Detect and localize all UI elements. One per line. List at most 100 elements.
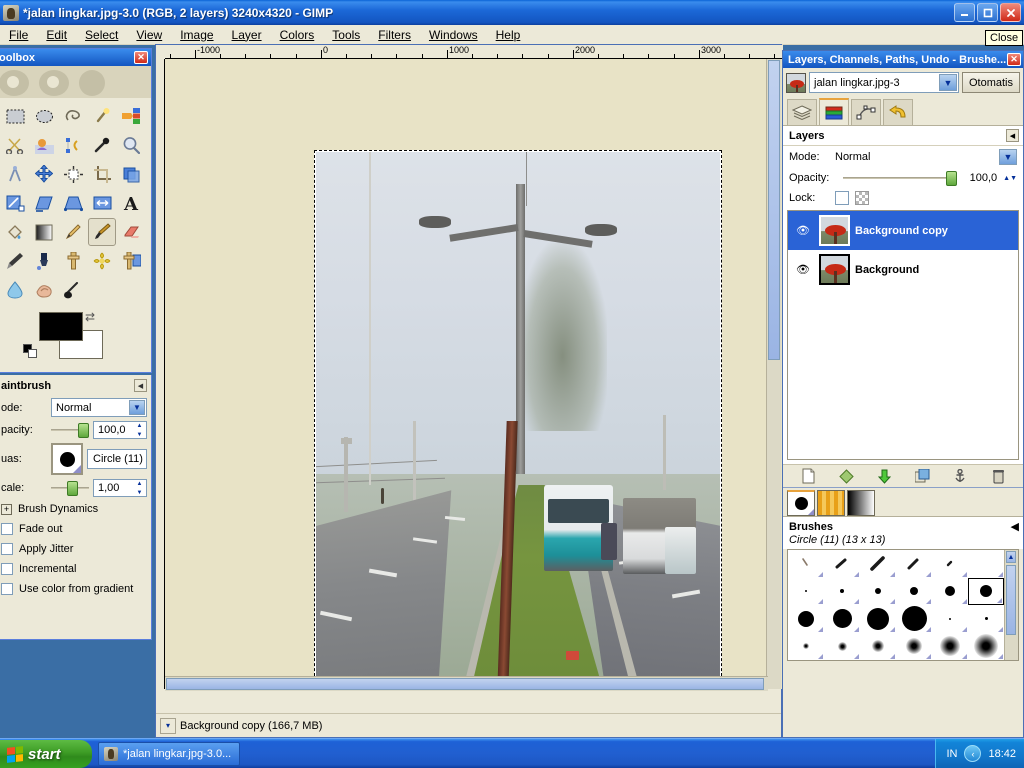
swap-colors-icon[interactable]: ⇄ — [85, 310, 95, 324]
brush-grid-container[interactable]: ▲ — [787, 549, 1019, 661]
chevron-down-icon[interactable]: ▼ — [938, 74, 957, 91]
fuzzy-select-tool[interactable] — [88, 102, 116, 130]
chevron-down-icon[interactable]: ▼ — [999, 149, 1017, 165]
brush-cell[interactable] — [788, 633, 824, 661]
incremental-checkbox[interactable]: Incremental — [0, 559, 151, 579]
perspective-clone-tool[interactable] — [117, 247, 145, 275]
tab-undo-history[interactable] — [883, 99, 913, 125]
taskbar-item-gimp[interactable]: *jalan lingkar.jpg-3.0... — [98, 741, 241, 766]
airbrush-tool[interactable] — [1, 247, 29, 275]
brush-cell[interactable] — [968, 633, 1004, 661]
foreground-select-tool[interactable] — [30, 131, 58, 159]
pencil-tool[interactable] — [59, 218, 87, 246]
brush-preview-button[interactable] — [51, 443, 83, 475]
chevron-left-icon[interactable]: ‹ — [964, 745, 982, 762]
checkbox-icon[interactable] — [1, 583, 13, 595]
brush-cell[interactable] — [824, 605, 860, 633]
checkbox-icon[interactable] — [1, 543, 13, 555]
delete-layer-button[interactable] — [987, 466, 1009, 486]
image-select[interactable]: jalan lingkar.jpg-3 ▼ — [809, 72, 959, 93]
brush-cell[interactable] — [788, 605, 824, 633]
tab-channels[interactable] — [819, 98, 849, 125]
spinner-arrows-icon[interactable]: ▲▼ — [1003, 175, 1017, 182]
layer-row-background[interactable]: 👁 Background — [788, 250, 1018, 289]
brush-cell[interactable] — [932, 633, 968, 661]
canvas-area[interactable] — [165, 59, 783, 689]
plus-icon[interactable]: + — [1, 503, 12, 515]
anchor-layer-button[interactable] — [949, 466, 971, 486]
tool-options-collapse-button[interactable]: ◀ — [134, 379, 147, 392]
default-colors-icon[interactable] — [23, 344, 38, 359]
toolbox-close-button[interactable]: ✕ — [134, 51, 148, 64]
brushes-panel-collapse-button[interactable]: ◀ — [1011, 520, 1019, 533]
scale-tool[interactable] — [1, 189, 29, 217]
brush-cell[interactable] — [824, 550, 860, 578]
start-button[interactable]: start — [0, 740, 92, 768]
brush-cell-selected[interactable] — [968, 577, 1004, 605]
fade-out-checkbox[interactable]: Fade out — [0, 519, 151, 539]
flip-tool[interactable] — [88, 189, 116, 217]
tab-patterns[interactable] — [817, 490, 845, 516]
color-picker-tool[interactable] — [88, 131, 116, 159]
layer-opacity-slider[interactable] — [843, 171, 958, 186]
brush-cell[interactable] — [824, 633, 860, 661]
spinner-arrows-icon[interactable]: ▲▼ — [134, 423, 145, 438]
ellipse-select-tool[interactable] — [30, 102, 58, 130]
scissors-select-tool[interactable] — [1, 131, 29, 159]
minimize-button[interactable] — [954, 3, 975, 22]
brush-grid-scrollbar[interactable]: ▲ — [1004, 550, 1018, 660]
select-by-color-tool[interactable] — [117, 102, 145, 130]
rotate-tool[interactable] — [117, 160, 145, 188]
brush-cell[interactable] — [788, 550, 824, 578]
zoom-tool[interactable] — [117, 131, 145, 159]
eye-icon[interactable]: 👁 — [792, 263, 814, 276]
dock-close-button[interactable]: ✕ — [1007, 53, 1021, 66]
align-tool[interactable] — [59, 160, 87, 188]
clone-tool[interactable] — [59, 247, 87, 275]
duplicate-layer-button[interactable] — [911, 466, 933, 486]
paths-tool[interactable] — [59, 131, 87, 159]
menu-edit[interactable]: Edit — [37, 26, 76, 44]
vertical-ruler[interactable] — [156, 59, 165, 689]
brush-cell[interactable] — [824, 578, 860, 606]
scale-slider[interactable] — [51, 481, 89, 496]
brush-cell[interactable] — [932, 550, 968, 578]
heal-tool[interactable] — [88, 247, 116, 275]
raise-layer-button[interactable] — [835, 466, 857, 486]
menu-image[interactable]: Image — [171, 26, 222, 44]
lock-pixels-checkbox[interactable] — [835, 191, 849, 205]
menu-select[interactable]: Select — [76, 26, 127, 44]
bucket-fill-tool[interactable] — [1, 218, 29, 246]
crop-tool[interactable] — [88, 160, 116, 188]
auto-follow-button[interactable]: Otomatis — [961, 72, 1020, 93]
perspective-tool[interactable] — [59, 189, 87, 217]
brush-cell[interactable] — [860, 633, 896, 661]
scale-spinner[interactable]: 1,00 ▲ ▼ — [93, 479, 147, 497]
close-button[interactable] — [1000, 3, 1021, 22]
opacity-slider[interactable] — [51, 423, 89, 438]
layers-panel-collapse-button[interactable]: ◀ — [1006, 129, 1019, 142]
lock-alpha-checkbox[interactable] — [855, 191, 869, 205]
tab-gradients[interactable] — [847, 490, 875, 516]
image-canvas[interactable] — [314, 150, 722, 689]
clock[interactable]: 18:42 — [988, 748, 1016, 760]
paint-mode-select[interactable]: Normal ▼ — [51, 398, 147, 417]
eye-icon[interactable]: 👁 — [792, 224, 814, 237]
menu-tools[interactable]: Tools — [323, 26, 369, 44]
chevron-down-icon[interactable]: ▾ — [160, 717, 176, 734]
smudge-tool[interactable] — [30, 276, 58, 304]
move-tool[interactable] — [30, 160, 58, 188]
brush-cell[interactable] — [932, 578, 968, 606]
ink-tool[interactable] — [30, 247, 58, 275]
menu-help[interactable]: Help — [487, 26, 530, 44]
eraser-tool[interactable] — [117, 218, 145, 246]
quickmask-toggle[interactable] — [156, 693, 165, 709]
new-layer-button[interactable] — [797, 466, 819, 486]
tab-layers[interactable] — [787, 99, 817, 125]
horizontal-ruler[interactable]: -1000 0 1000 2000 3000 — [165, 45, 783, 59]
brush-cell[interactable] — [788, 578, 824, 606]
brush-cell[interactable] — [896, 578, 932, 606]
opacity-spinner[interactable]: 100,0 ▲ ▼ — [93, 421, 147, 439]
foreground-color-swatch[interactable] — [39, 312, 83, 341]
maximize-button[interactable] — [977, 3, 998, 22]
